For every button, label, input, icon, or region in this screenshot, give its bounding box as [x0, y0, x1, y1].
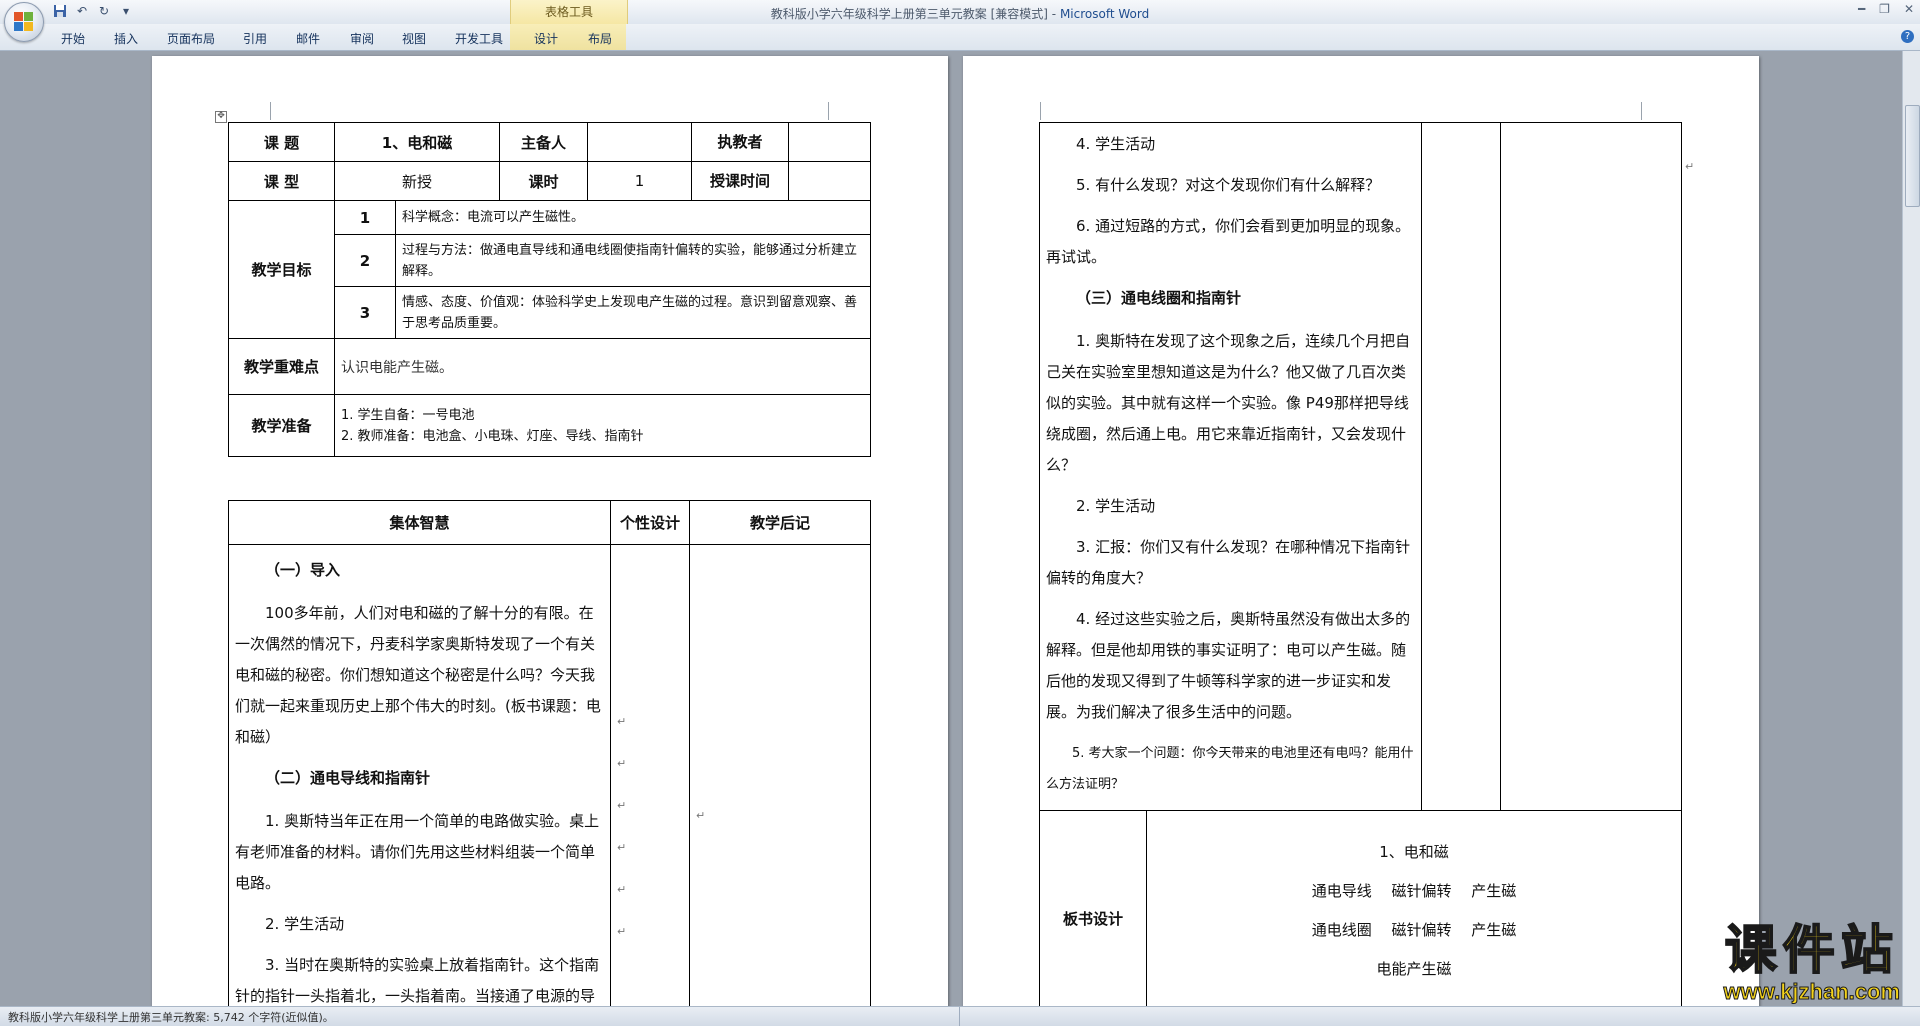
ribbon-tabs: 开始 插入 页面布局 引用 邮件 审阅 视图 开发工具 设计 布局 ? [0, 24, 1920, 51]
host-value[interactable] [587, 122, 692, 162]
goal-number: 2 [334, 234, 396, 287]
preparation-item: 2. 教师准备：电池盒、小电珠、灯座、导线、指南针 [341, 428, 644, 444]
table-move-handle-icon[interactable]: ✥ [215, 111, 227, 123]
scrollbar-thumb[interactable] [1905, 105, 1920, 207]
app-name: Microsoft Word [1059, 7, 1150, 21]
board-design-row: 板书设计 1、电和磁 通电导线 磁针偏转 产生磁 通电线圈 磁针偏转 产生磁 电… [1039, 810, 1682, 1016]
board-line: 通电线圈 磁针偏转 产生磁 [1311, 921, 1517, 939]
maximize-icon[interactable]: ❐ [1879, 2, 1890, 16]
watermark-logo: 课件站 www.kjzhan.com [1723, 921, 1900, 1005]
tab-references[interactable]: 引用 [243, 30, 267, 47]
preparation-value[interactable]: 1. 学生自备：一号电池 2. 教师准备：电池盒、小电珠、灯座、导线、指南针 [334, 394, 871, 457]
board-design-content[interactable]: 1、电和磁 通电导线 磁针偏转 产生磁 通电线圈 磁针偏转 产生磁 电能产生磁 [1147, 811, 1681, 1016]
status-text: 教科版小学六年级科学上册第三单元教案: 5,742 个字符(近似值)。 [8, 1011, 334, 1024]
goal-text[interactable]: 科学概念：电流可以产生磁性。 [395, 200, 871, 235]
teacher-label: 执教者 [692, 123, 789, 161]
time-cell: 授课时间 [691, 161, 871, 201]
office-button[interactable] [4, 2, 44, 42]
body-paragraph: 1. 奥斯特在发现了这个现象之后，连续几个月把自己关在实验室里想知道这是为什么？… [1046, 332, 1411, 474]
key-points-value[interactable]: 认识电能产生磁。 [334, 338, 871, 395]
column-head-notes: 教学后记 [689, 500, 871, 545]
tab-table-design[interactable]: 设计 [534, 30, 558, 47]
collective-content-continued[interactable]: 4. 学生活动 5. 有什么发现？对这个发现你们有什么解释？ 6. 通过短路的方式，… [1039, 122, 1422, 811]
tab-developer[interactable]: 开发工具 [455, 30, 503, 47]
crop-mark [1641, 102, 1642, 120]
tab-mailings[interactable]: 邮件 [296, 30, 320, 47]
host-label: 主备人 [499, 122, 588, 162]
hours-label: 课时 [499, 161, 588, 201]
column-head-personal: 个性设计 [610, 500, 690, 545]
tab-review[interactable]: 审阅 [350, 30, 374, 47]
tab-view[interactable]: 视图 [402, 30, 426, 47]
minimize-icon[interactable]: ━ [1858, 2, 1865, 16]
tab-page-layout[interactable]: 页面布局 [167, 30, 215, 47]
body-paragraph: 2. 学生活动 [1076, 497, 1156, 515]
collective-content[interactable]: （一）导入 100多年前，人们对电和磁的了解十分的有限。在一次偶然的情况下，丹麦科… [228, 544, 611, 1016]
section-heading: （一）导入 [265, 561, 341, 579]
body-paragraph: 3. 汇报：你们又有什么发现？在哪种情况下指南针偏转的角度大？ [1046, 538, 1411, 587]
personal-design-cell[interactable]: ↵ ↵ ↵ ↵ ↵ ↵ [610, 544, 690, 1016]
goals-label: 教学目标 [228, 200, 335, 339]
time-label: 授课时间 [692, 162, 789, 200]
section-heading: （三）通电线圈和指南针 [1076, 289, 1242, 307]
body-paragraph: 100多年前，人们对电和磁的了解十分的有限。在一次偶然的情况下，丹麦科学家奥斯特… [235, 604, 601, 746]
continued-body-table: 4. 学生活动 5. 有什么发现？对这个发现你们有什么解释？ 6. 通过短路的方式，… [1039, 122, 1682, 1016]
title-separator: - [1047, 7, 1060, 21]
watermark-url: www.kjzhan.com [1723, 979, 1900, 1005]
goal-number: 1 [334, 200, 396, 235]
goal-text[interactable]: 过程与方法：做通电直导线和通电线圈使指南针偏转的实验，能够通过分析建立解释。 [395, 234, 871, 287]
body-paragraph: 4. 学生活动 [1076, 135, 1156, 153]
goal-text[interactable]: 情感、态度、价值观：体验科学史上发现电产生磁的过程。意识到留意观察、善于思考品质… [395, 286, 871, 339]
preparation-item: 1. 学生自备：一号电池 [341, 407, 475, 423]
crop-mark [1040, 102, 1041, 120]
crop-mark [270, 102, 271, 120]
tab-table-layout[interactable]: 布局 [588, 30, 612, 47]
body-paragraph: 4. 经过这些实验之后，奥斯特虽然没有做出太多的解释。但是他却用铁的事实证明了：… [1046, 610, 1411, 721]
window-controls: ━ ❐ ✕ [1858, 2, 1914, 16]
key-points-label: 教学重难点 [228, 338, 335, 395]
lesson-body-table: 集体智慧 个性设计 教学后记 （一）导入 100多年前，人们对电和磁的了解十分的有… [228, 500, 871, 1016]
hours-value[interactable]: 1 [587, 161, 692, 201]
status-divider [959, 1007, 960, 1026]
teaching-notes-cell[interactable] [1500, 122, 1682, 811]
type-value[interactable]: 新授 [334, 161, 500, 201]
type-label: 课 型 [228, 161, 335, 201]
help-icon[interactable]: ? [1901, 30, 1914, 43]
tab-home[interactable]: 开始 [61, 30, 85, 47]
status-bar: 教科版小学六年级科学上册第三单元教案: 5,742 个字符(近似值)。 [0, 1006, 1920, 1026]
board-line: 1、电和磁 [1379, 843, 1449, 861]
vertical-scrollbar[interactable] [1902, 51, 1920, 1006]
close-icon[interactable]: ✕ [1904, 2, 1914, 16]
goal-number: 3 [334, 286, 396, 339]
column-head-collective: 集体智慧 [228, 500, 611, 545]
page-left: ✥ 课 题 1、电和磁 主备人 执教者 课 型 新授 课时 1 授课时间 教学目… [152, 56, 948, 1016]
body-paragraph: 2. 学生活动 [265, 915, 345, 933]
crop-mark [828, 102, 829, 120]
preparation-label: 教学准备 [228, 394, 335, 457]
topic-value[interactable]: 1、电和磁 [334, 122, 500, 162]
board-line: 通电导线 磁针偏转 产生磁 [1311, 882, 1517, 900]
office-logo-icon [14, 12, 34, 32]
watermark-text: 课件站 [1724, 921, 1899, 981]
topic-label: 课 题 [228, 122, 335, 162]
body-paragraph: 5. 考大家一个问题：你今天带来的电池里还有电吗？能用什么方法证明？ [1046, 746, 1414, 792]
body-paragraph: 6. 通过短路的方式，你们会看到更加明显的现象。再试试。 [1046, 217, 1411, 266]
title-bar: 表格工具 ↶ ↻ ▾ 教科版小学六年级科学上册第三单元教案 [兼容模式] - M… [0, 0, 1920, 25]
section-heading: （二）通电导线和指南针 [265, 769, 431, 787]
teacher-cell: 执教者 [691, 122, 871, 162]
end-of-row-mark: ↵ [1685, 160, 1695, 173]
tab-insert[interactable]: 插入 [114, 30, 138, 47]
lesson-info-table: 课 题 1、电和磁 主备人 执教者 课 型 新授 课时 1 授课时间 教学目标 … [228, 122, 871, 457]
window-title: 教科版小学六年级科学上册第三单元教案 [兼容模式] - Microsoft Wo… [0, 5, 1920, 22]
personal-design-cell[interactable] [1421, 122, 1501, 811]
page-right: ↵ 4. 学生活动 5. 有什么发现？对这个发现你们有什么解释？ 6. 通过短路的方… [963, 56, 1759, 1016]
document-workspace: ✥ 课 题 1、电和磁 主备人 执教者 课 型 新授 课时 1 授课时间 教学目… [0, 51, 1902, 1016]
board-design-label: 板书设计 [1040, 811, 1147, 1016]
body-paragraph: 1. 奥斯特当年正在用一个简单的电路做实验。桌上有老师准备的材料。请你们先用这些… [235, 812, 600, 892]
document-title: 教科版小学六年级科学上册第三单元教案 [兼容模式] [770, 7, 1048, 21]
teaching-notes-cell[interactable]: ↵ [689, 544, 871, 1016]
body-paragraph: 5. 有什么发现？对这个发现你们有什么解释？ [1076, 176, 1381, 194]
board-line: 电能产生磁 [1376, 960, 1452, 978]
